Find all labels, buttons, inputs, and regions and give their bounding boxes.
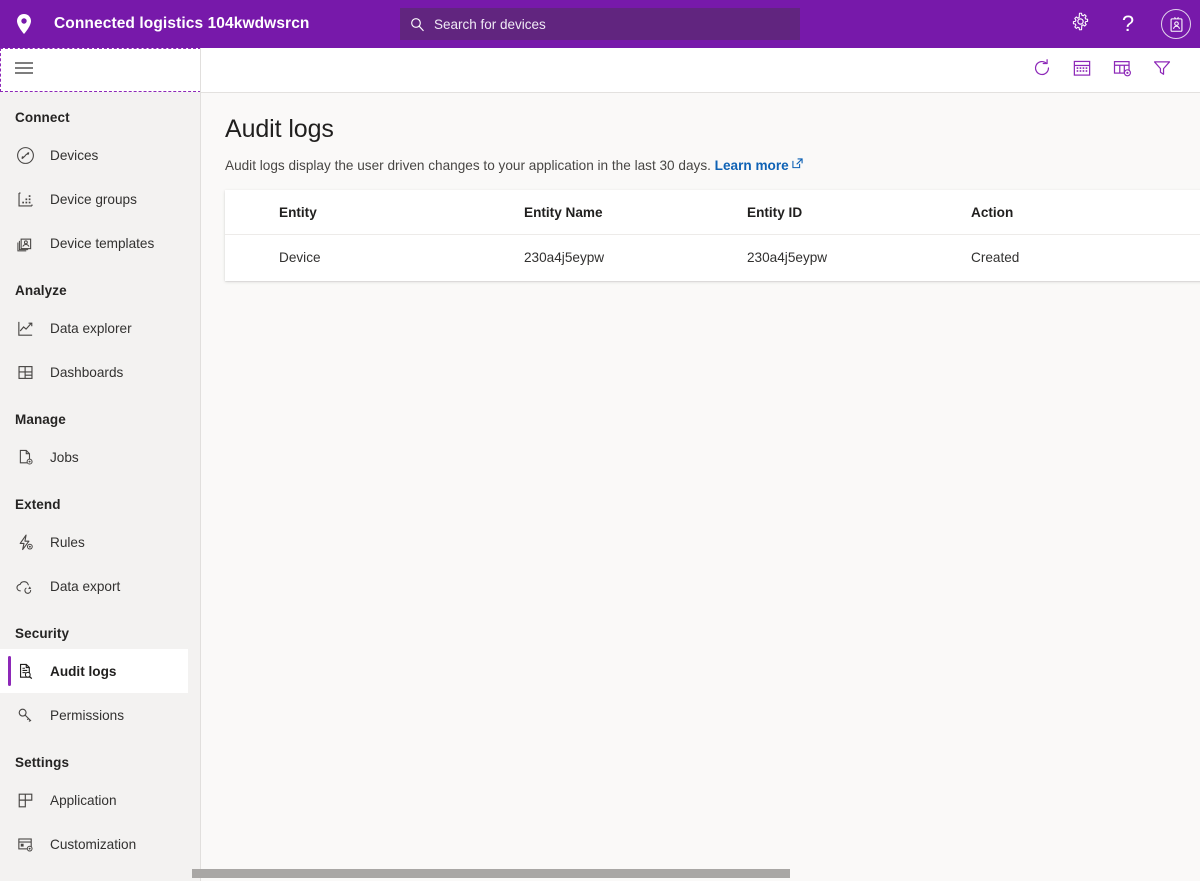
sidebar: Connect Devices: [0, 48, 201, 881]
search-placeholder: Search for devices: [434, 17, 546, 32]
sidebar-item-label: Device groups: [50, 192, 137, 207]
hamburger-icon: [14, 61, 34, 80]
key-icon: [12, 706, 38, 725]
sidebar-item-jobs[interactable]: Jobs: [0, 435, 200, 479]
line-chart-icon: [12, 319, 38, 338]
sidebar-item-device-groups[interactable]: Device groups: [0, 177, 200, 221]
sidebar-item-application[interactable]: Application: [0, 778, 200, 822]
filter-button[interactable]: [1142, 50, 1182, 90]
customization-icon: [12, 835, 38, 854]
search-input[interactable]: Search for devices: [400, 8, 800, 40]
sidebar-item-label: Application: [50, 793, 117, 808]
app-header: Connected logistics 104kwdwsrcn Search f…: [0, 0, 1200, 48]
cell-action: Created: [971, 250, 1191, 265]
search-icon: [400, 17, 434, 32]
refresh-button[interactable]: [1022, 50, 1062, 90]
cell-entity-name: 230a4j5eypw: [524, 250, 747, 265]
devices-icon: [12, 146, 38, 165]
sidebar-item-data-explorer[interactable]: Data explorer: [0, 306, 200, 350]
column-header-entity[interactable]: Entity: [279, 205, 524, 220]
dashboard-grid-icon: [12, 363, 38, 382]
header-actions: ?: [1056, 0, 1200, 48]
device-groups-icon: [12, 190, 38, 209]
date-range-button[interactable]: [1062, 50, 1102, 90]
audit-logs-table: Entity Entity Name Entity ID Action Devi…: [225, 190, 1200, 281]
cloud-sync-icon: [12, 577, 38, 596]
nav-group-connect: Connect: [0, 92, 200, 133]
cell-entity: Device: [279, 250, 524, 265]
hamburger-menu-button[interactable]: [0, 48, 201, 92]
sidebar-item-label: Dashboards: [50, 365, 123, 380]
sidebar-item-label: Rules: [50, 535, 85, 550]
column-options-button[interactable]: [1102, 50, 1142, 90]
badge-icon: [1161, 9, 1191, 39]
audit-log-icon: [12, 662, 38, 681]
table-header-row: Entity Entity Name Entity ID Action: [225, 190, 1200, 235]
sidebar-item-data-export[interactable]: Data export: [0, 564, 200, 608]
calendar-icon: [1072, 58, 1092, 83]
sidebar-item-permissions[interactable]: Permissions: [0, 693, 200, 737]
device-templates-icon: [12, 234, 38, 253]
page-title: Audit logs: [225, 115, 1200, 144]
main-content: Audit logs Audit logs display the user d…: [201, 93, 1200, 881]
location-pin-icon[interactable]: [0, 0, 48, 48]
nav-group-settings: Settings: [0, 737, 200, 778]
sidebar-item-label: Devices: [50, 148, 98, 163]
settings-button[interactable]: [1056, 0, 1104, 48]
column-header-action[interactable]: Action: [971, 205, 1191, 220]
sidebar-item-label: Jobs: [50, 450, 79, 465]
column-options-icon: [1112, 58, 1133, 83]
sidebar-item-device-templates[interactable]: Device templates: [0, 221, 200, 265]
sidebar-item-label: Customization: [50, 837, 136, 852]
table-row[interactable]: Device 230a4j5eypw 230a4j5eypw Created: [225, 235, 1200, 280]
sidebar-item-label: Data explorer: [50, 321, 132, 336]
sidebar-item-rules[interactable]: Rules: [0, 520, 200, 564]
page-description: Audit logs display the user driven chang…: [225, 157, 1200, 173]
nav-group-analyze: Analyze: [0, 265, 200, 306]
jobs-document-gear-icon: [12, 448, 38, 467]
page-description-text: Audit logs display the user driven chang…: [225, 158, 715, 173]
nav-group-security: Security: [0, 608, 200, 649]
external-link-icon: [792, 157, 803, 172]
nav-group-manage: Manage: [0, 394, 200, 435]
nav-group-extend: Extend: [0, 479, 200, 520]
application-layout-icon: [12, 791, 38, 810]
column-header-entity-name[interactable]: Entity Name: [524, 205, 747, 220]
sidebar-item-audit-logs[interactable]: Audit logs: [0, 649, 188, 693]
column-header-entity-id[interactable]: Entity ID: [747, 205, 971, 220]
sidebar-item-dashboards[interactable]: Dashboards: [0, 350, 200, 394]
app-title: Connected logistics 104kwdwsrcn: [54, 15, 309, 33]
horizontal-scrollbar-thumb[interactable]: [192, 869, 790, 878]
command-bar: [201, 48, 1200, 93]
sidebar-item-label: Permissions: [50, 708, 124, 723]
sidebar-scroll-region: Connect Devices: [0, 92, 200, 881]
sidebar-item-devices[interactable]: Devices: [0, 133, 200, 177]
account-button[interactable]: [1152, 0, 1200, 48]
question-mark-icon: ?: [1122, 13, 1134, 35]
rules-lightning-gear-icon: [12, 533, 38, 552]
gear-icon: [1071, 12, 1090, 36]
sidebar-item-label: Data export: [50, 579, 120, 594]
help-button[interactable]: ?: [1104, 0, 1152, 48]
sidebar-item-label: Device templates: [50, 236, 154, 251]
horizontal-scrollbar[interactable]: [201, 867, 1200, 881]
sidebar-item-label: Audit logs: [50, 664, 116, 679]
sidebar-item-customization[interactable]: Customization: [0, 822, 200, 866]
cell-entity-id: 230a4j5eypw: [747, 250, 971, 265]
learn-more-link[interactable]: Learn more: [715, 158, 789, 173]
refresh-icon: [1032, 58, 1052, 83]
filter-icon: [1152, 58, 1172, 83]
